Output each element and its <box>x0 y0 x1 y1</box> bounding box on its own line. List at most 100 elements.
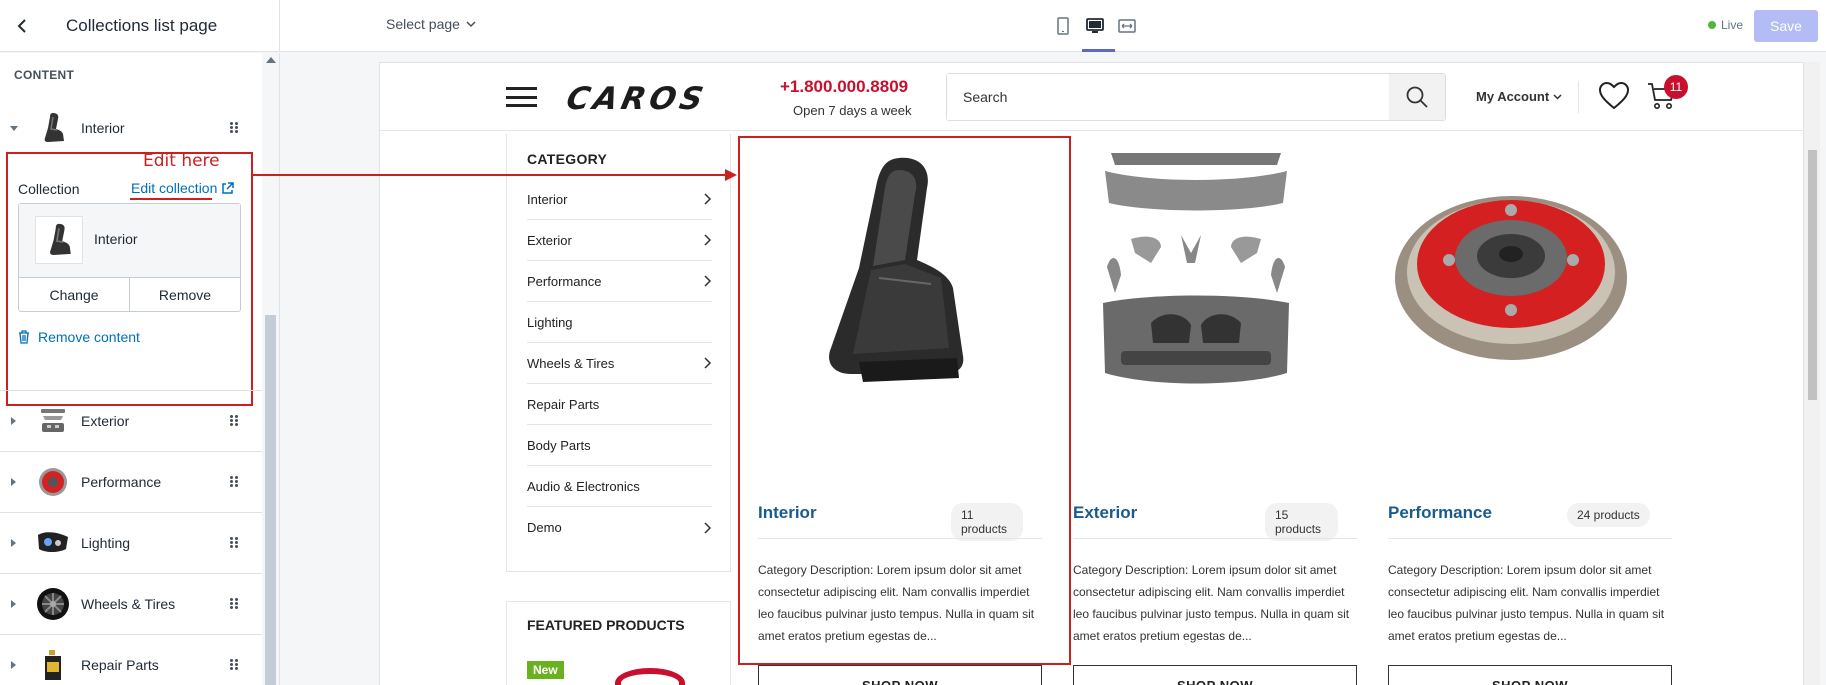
desktop-view-button[interactable] <box>1084 14 1106 38</box>
sidebar-scroll-thumb[interactable] <box>265 315 276 685</box>
caret-right-icon[interactable] <box>11 478 16 486</box>
sidebar-item-repair-parts[interactable]: Repair Parts <box>0 634 262 685</box>
search-button[interactable] <box>1389 74 1445 120</box>
collection-image-exterior[interactable] <box>1073 150 1318 385</box>
category-item-label: Performance <box>527 273 602 289</box>
oil-bottle-icon <box>45 650 61 680</box>
card-divider <box>1073 538 1357 539</box>
caret-right-icon[interactable] <box>11 661 16 669</box>
collection-description: Category Description: Lorem ipsum dolor … <box>758 563 1035 643</box>
chevron-left-icon <box>17 19 26 33</box>
collection-title[interactable]: Exterior <box>1073 503 1137 523</box>
oil-bottle-thumbnail <box>36 648 70 682</box>
drag-handle-icon[interactable] <box>230 122 238 134</box>
clutch-thumbnail <box>36 465 70 499</box>
featured-product-image[interactable] <box>615 668 685 685</box>
caret-right-icon[interactable] <box>11 417 16 425</box>
sidebar-item-exterior[interactable]: Exterior <box>0 390 262 451</box>
chevron-right-icon <box>704 234 712 246</box>
annotation-highlight-box <box>6 152 253 406</box>
shop-now-button[interactable]: SHOP NOW <box>1073 665 1357 685</box>
headlight-icon <box>38 532 68 552</box>
category-item[interactable]: Audio & Electronics <box>527 466 712 507</box>
store-logo[interactable]: CAROS <box>563 81 710 117</box>
store-phone[interactable]: +1.800.000.8809 <box>780 77 908 97</box>
clutch-kit-image <box>1394 195 1627 360</box>
caret-right-icon[interactable] <box>11 600 16 608</box>
card-divider <box>1388 538 1672 539</box>
shop-now-button[interactable]: SHOP NOW <box>1388 665 1672 685</box>
block-label: Interior <box>81 120 125 136</box>
live-status: Live <box>1708 18 1743 32</box>
wheel-icon <box>37 588 69 620</box>
chevron-down-icon <box>1553 94 1562 100</box>
collection-title[interactable]: Interior <box>758 503 817 523</box>
sidebar-item-label: Repair Parts <box>81 657 159 673</box>
category-item[interactable]: Wheels & Tires <box>527 343 712 384</box>
collection-image-interior[interactable] <box>758 150 1003 385</box>
chevron-right-icon <box>704 275 712 287</box>
store-search <box>946 73 1446 121</box>
annotation-arrow-head <box>725 169 737 181</box>
live-dot-icon <box>1708 21 1716 29</box>
search-input[interactable] <box>947 74 1389 120</box>
preview-scrollbar[interactable] <box>1804 62 1820 685</box>
card-divider <box>758 538 1042 539</box>
wishlist-button[interactable] <box>1598 81 1630 116</box>
drag-handle-icon[interactable] <box>230 537 238 549</box>
caret-right-icon[interactable] <box>11 539 16 547</box>
hamburger-menu-icon[interactable] <box>506 87 537 107</box>
shop-now-button[interactable]: SHOP NOW <box>758 665 1042 685</box>
category-item[interactable]: Exterior <box>527 220 712 261</box>
scroll-up-icon[interactable] <box>266 57 276 63</box>
header-divider <box>1578 81 1579 113</box>
search-icon <box>1406 86 1428 108</box>
collection-title[interactable]: Performance <box>1388 503 1492 523</box>
drag-handle-icon[interactable] <box>230 659 238 671</box>
drag-handle-icon[interactable] <box>230 598 238 610</box>
category-item[interactable]: Body Parts <box>527 425 712 466</box>
collection-image-performance[interactable] <box>1388 150 1633 385</box>
collection-card-interior: Interior 11 products Category Descriptio… <box>738 138 1042 685</box>
category-item[interactable]: Demo <box>527 507 712 548</box>
category-item[interactable]: Repair Parts <box>527 384 712 425</box>
car-seat-icon <box>44 113 64 142</box>
sidebar-scrollbar[interactable] <box>262 53 280 685</box>
caret-down-icon[interactable] <box>10 125 18 131</box>
select-page-label: Select page <box>386 16 460 32</box>
category-heading: CATEGORY <box>527 151 608 167</box>
select-page-dropdown[interactable]: Select page <box>386 16 476 32</box>
sidebar-item-performance[interactable]: Performance <box>0 451 262 512</box>
cart-count-badge: 11 <box>1664 75 1688 99</box>
featured-products-panel: FEATURED PRODUCTS New <box>506 601 731 685</box>
category-item-label: Exterior <box>527 232 572 248</box>
sidebar-item-lighting[interactable]: Lighting <box>0 512 262 573</box>
drag-handle-icon[interactable] <box>230 415 238 427</box>
sidebar: CONTENT Interior Collection Edit here Ed… <box>0 53 262 685</box>
mobile-view-button[interactable] <box>1052 14 1074 38</box>
featured-products-heading: FEATURED PRODUCTS <box>527 617 685 633</box>
chevron-right-icon <box>704 193 712 205</box>
category-item[interactable]: Interior <box>527 179 712 220</box>
back-button[interactable] <box>4 8 40 44</box>
category-item-label: Interior <box>527 191 568 207</box>
desktop-icon <box>1086 18 1104 33</box>
collection-card-exterior: Exterior 15 products Category Descriptio… <box>1053 138 1357 685</box>
save-button[interactable]: Save <box>1754 10 1818 42</box>
category-item-label: Body Parts <box>527 437 591 453</box>
car-seat-image <box>828 157 963 382</box>
preview-scroll-thumb[interactable] <box>1808 150 1817 400</box>
category-item-label: Audio & Electronics <box>527 478 640 494</box>
bumper-icon <box>41 409 65 432</box>
sidebar-item-wheels-tires[interactable]: Wheels & Tires <box>0 573 262 634</box>
sidebar-block-interior[interactable]: Interior <box>0 98 262 158</box>
category-item[interactable]: Performance <box>527 261 712 302</box>
page-title: Collections list page <box>66 16 218 35</box>
full-width-view-button[interactable] <box>1116 14 1138 38</box>
body-kit-image <box>1102 152 1289 383</box>
drag-handle-icon[interactable] <box>230 476 238 488</box>
my-account-menu[interactable]: My Account <box>1476 89 1562 104</box>
category-item-label: Repair Parts <box>527 396 600 412</box>
category-item[interactable]: Lighting <box>527 302 712 343</box>
new-badge: New <box>527 661 564 679</box>
